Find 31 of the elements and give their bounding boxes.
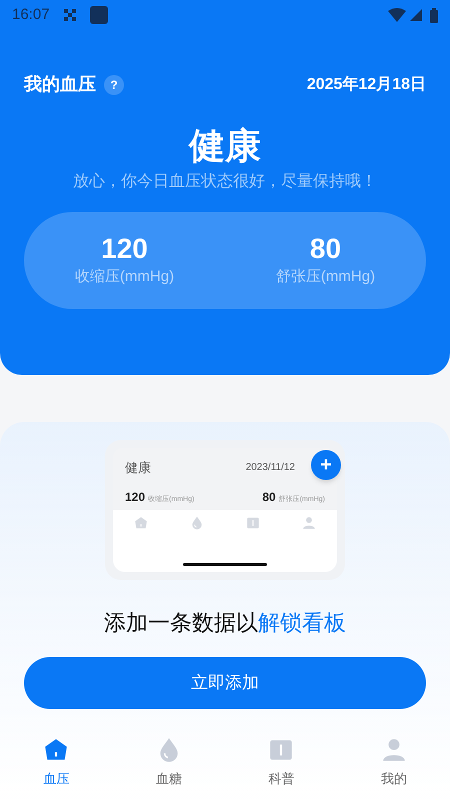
nav-tab[interactable]: 血糖 <box>112 736 225 788</box>
preview-value: 120 <box>125 488 146 506</box>
home-icon <box>43 736 70 762</box>
preview-status: 健康 <box>125 459 151 477</box>
home-icon <box>134 516 148 530</box>
signal-icon <box>410 9 422 21</box>
person-icon <box>302 516 316 530</box>
status-message: 放心，你今日血压状态很好，尽量保持哦！ <box>72 172 378 192</box>
help-button[interactable]: ? <box>104 74 124 94</box>
status-label: 健康 <box>187 124 262 168</box>
date-text: 2025年12月18日 <box>306 74 426 94</box>
square-icon <box>90 6 108 24</box>
wifi-icon <box>388 8 406 22</box>
nav-tab[interactable]: 我的 <box>338 736 450 788</box>
preview-date: 2023/11/12 <box>246 461 295 476</box>
reading-value: 80 <box>310 232 342 266</box>
reading-label: 舒张压(mmHg) <box>276 267 376 288</box>
person-icon <box>380 736 407 762</box>
add-now-button[interactable]: 立即添加 <box>24 657 426 709</box>
battery-icon <box>430 8 438 22</box>
reading-value: 120 <box>101 232 148 266</box>
nav-tab[interactable]: 科普 <box>225 736 338 788</box>
page-title: 我的血压 <box>24 73 96 96</box>
status-time: 16:07 <box>12 4 50 25</box>
preview-value: 80 <box>262 488 276 506</box>
grid-icon <box>64 9 76 21</box>
unlock-prompt: 添加一条数据以解锁看板 <box>104 609 346 637</box>
drop-icon <box>190 516 204 530</box>
book-icon <box>246 516 260 530</box>
reading-label: 收缩压(mmHg) <box>74 267 174 288</box>
nav-tab[interactable]: 血压 <box>0 736 112 788</box>
